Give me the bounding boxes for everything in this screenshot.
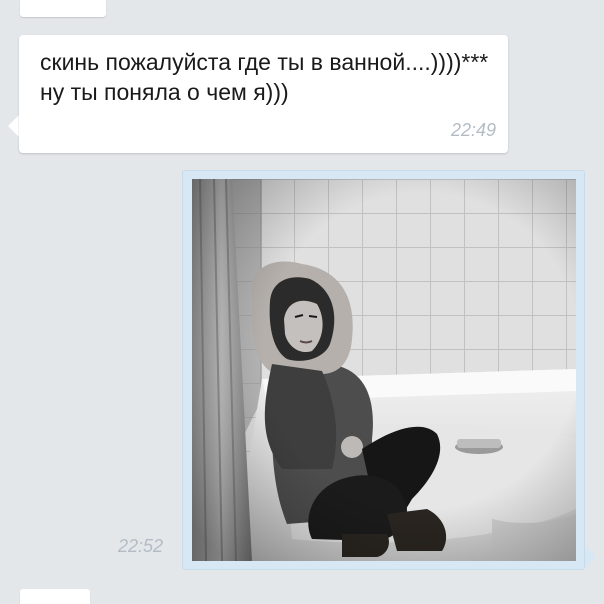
photo-bathroom-scene (192, 179, 576, 561)
incoming-message-bubble[interactable]: скинь пожалуйста где ты в ванной....))))… (19, 35, 508, 153)
outgoing-bubble-tail (585, 546, 596, 568)
incoming-message-text: скинь пожалуйста где ты в ванной....))))… (40, 49, 489, 105)
outgoing-message-time: 22:52 (118, 536, 164, 556)
outgoing-photo-bubble[interactable] (182, 170, 585, 570)
photo-image[interactable] (192, 179, 576, 561)
chat-view[interactable]: скинь пожалуйста где ты в ванной....))))… (0, 0, 604, 604)
previous-message-bubble[interactable] (20, 0, 106, 17)
next-message-bubble[interactable] (20, 589, 90, 604)
incoming-message-time: 22:49 (450, 120, 496, 140)
